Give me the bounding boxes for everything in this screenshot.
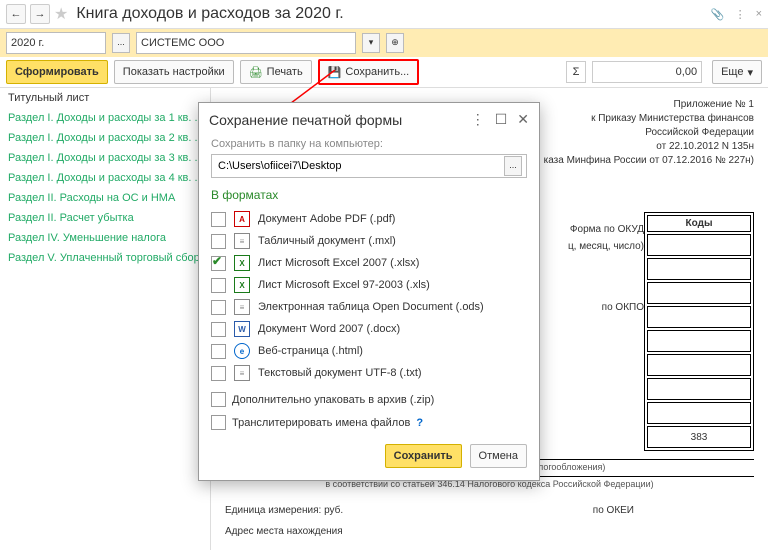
org-clear-button[interactable]: ▾ [362,33,380,53]
path-input[interactable] [216,159,500,173]
help-icon[interactable]: ? [416,417,423,429]
format-checkbox[interactable] [211,212,226,227]
save-button[interactable]: 💾Сохранить... [318,59,420,85]
page-title: Книга доходов и расходов за 2020 г. [76,5,343,23]
format-label: Документ Word 2007 (.docx) [258,323,400,335]
sidebar-item[interactable]: Раздел II. Расходы на ОС и НМА [0,188,210,208]
measure-unit: Единица измерения: руб. [225,505,343,516]
docx-icon: W [234,321,250,337]
format-checkbox[interactable] [211,234,226,249]
format-label: Лист Microsoft Excel 2007 (.xlsx) [258,257,419,269]
window-controls: 📎 ⋮ × [711,8,762,21]
sum-field: 0,00 [592,61,702,83]
path-field[interactable]: ... [211,154,527,178]
format-label: Веб-страница (.html) [258,345,363,357]
format-checkbox[interactable] [211,344,226,359]
format-row[interactable]: X Лист Microsoft Excel 97-2003 (.xls) [211,274,527,296]
period-picker-button[interactable]: ... [112,33,130,53]
dialog-cancel-button[interactable]: Отмена [470,444,527,468]
dialog-save-button[interactable]: Сохранить [385,444,462,468]
sidebar-item[interactable]: Раздел IV. Уменьшение налога [0,228,210,248]
format-checkbox[interactable] [211,300,226,315]
zip-option[interactable]: Дополнительно упаковать в архив (.zip) [211,392,527,407]
form-button[interactable]: Сформировать [6,60,108,84]
sidebar-item[interactable]: Титульный лист [0,88,210,108]
chevron-down-icon: ▾ [747,66,753,79]
dialog-titlebar: Сохранение печатной формы ⋮ ☐ ✕ [199,103,539,136]
txt-icon: ≡ [234,365,250,381]
menu-icon[interactable]: ⋮ [735,8,746,21]
save-dialog: Сохранение печатной формы ⋮ ☐ ✕ Сохранит… [198,102,540,481]
filter-bar: 2020 г. ... СИСТЕМС ООО ▾ ⊕ [0,29,768,57]
format-row[interactable]: ≡ Текстовый документ UTF-8 (.txt) [211,362,527,384]
format-label: Документ Adobe PDF (.pdf) [258,213,395,225]
settings-button[interactable]: Показать настройки [114,60,234,84]
dialog-close-icon[interactable]: ✕ [517,111,529,128]
dialog-maximize-icon[interactable]: ☐ [495,111,508,128]
okei-label: по ОКЕИ [593,505,634,516]
formats-heading: В форматах [211,188,527,202]
format-row[interactable]: X Лист Microsoft Excel 2007 (.xlsx) [211,252,527,274]
format-row[interactable]: e Веб-страница (.html) [211,340,527,362]
format-label: Электронная таблица Open Document (.ods) [258,301,484,313]
codes-table: Коды 383 [644,212,754,451]
period-field[interactable]: 2020 г. [6,32,106,54]
back-button[interactable]: ← [6,4,26,24]
sidebar-item[interactable]: Раздел V. Уплаченный торговый сбор [0,248,210,268]
format-label: Лист Microsoft Excel 97-2003 (.xls) [258,279,430,291]
address-label: Адрес места нахождения [225,526,754,537]
more-button[interactable]: Еще ▾ [712,60,762,84]
pdf-icon: A [234,211,250,227]
favorite-icon[interactable]: ★ [54,4,68,24]
format-label: Табличный документ (.mxl) [258,235,396,247]
printer-icon: 🖨 [249,66,263,79]
sidebar-item[interactable]: Раздел I. Доходы и расходы за 1 кв. . [0,108,210,128]
browse-button[interactable]: ... [504,156,522,176]
xlsx-icon: X [234,277,250,293]
toolbar: Сформировать Показать настройки 🖨Печать … [0,57,768,88]
close-icon[interactable]: × [756,8,762,21]
attach-icon[interactable]: 📎 [711,8,725,21]
titlebar: ← → ★ Книга доходов и расходов за 2020 г… [0,0,768,29]
html-icon: e [234,343,250,359]
format-checkbox[interactable] [211,256,226,271]
disk-icon: 💾 [328,66,342,79]
format-checkbox[interactable] [211,322,226,337]
sum-icon[interactable]: Σ [566,61,586,83]
dialog-title: Сохранение печатной формы [209,112,402,128]
path-label: Сохранить в папку на компьютер: [211,138,527,150]
format-row[interactable]: ≡ Электронная таблица Open Document (.ods… [211,296,527,318]
forward-button[interactable]: → [30,4,50,24]
org-picker-button[interactable]: ⊕ [386,33,404,53]
format-checkbox[interactable] [211,366,226,381]
ods-icon: ≡ [234,299,250,315]
format-row[interactable]: A Документ Adobe PDF (.pdf) [211,208,527,230]
print-button[interactable]: 🖨Печать [240,60,312,84]
translit-option[interactable]: Транслитерировать имена файлов? [211,415,527,430]
format-checkbox[interactable] [211,278,226,293]
format-label: Текстовый документ UTF-8 (.txt) [258,367,422,379]
xlsx-icon: X [234,255,250,271]
format-row[interactable]: ≡ Табличный документ (.mxl) [211,230,527,252]
sidebar-item[interactable]: Раздел I. Доходы и расходы за 4 кв. . [0,168,210,188]
sidebar-item[interactable]: Раздел I. Доходы и расходы за 2 кв. . [0,128,210,148]
sidebar-item[interactable]: Раздел I. Доходы и расходы за 3 кв. . [0,148,210,168]
mxl-icon: ≡ [234,233,250,249]
sidebar-item[interactable]: Раздел II. Расчет убытка [0,208,210,228]
dialog-menu-icon[interactable]: ⋮ [471,111,485,128]
format-row[interactable]: W Документ Word 2007 (.docx) [211,318,527,340]
sidebar: Титульный листРаздел I. Доходы и расходы… [0,88,211,550]
org-field[interactable]: СИСТЕМС ООО [136,32,356,54]
